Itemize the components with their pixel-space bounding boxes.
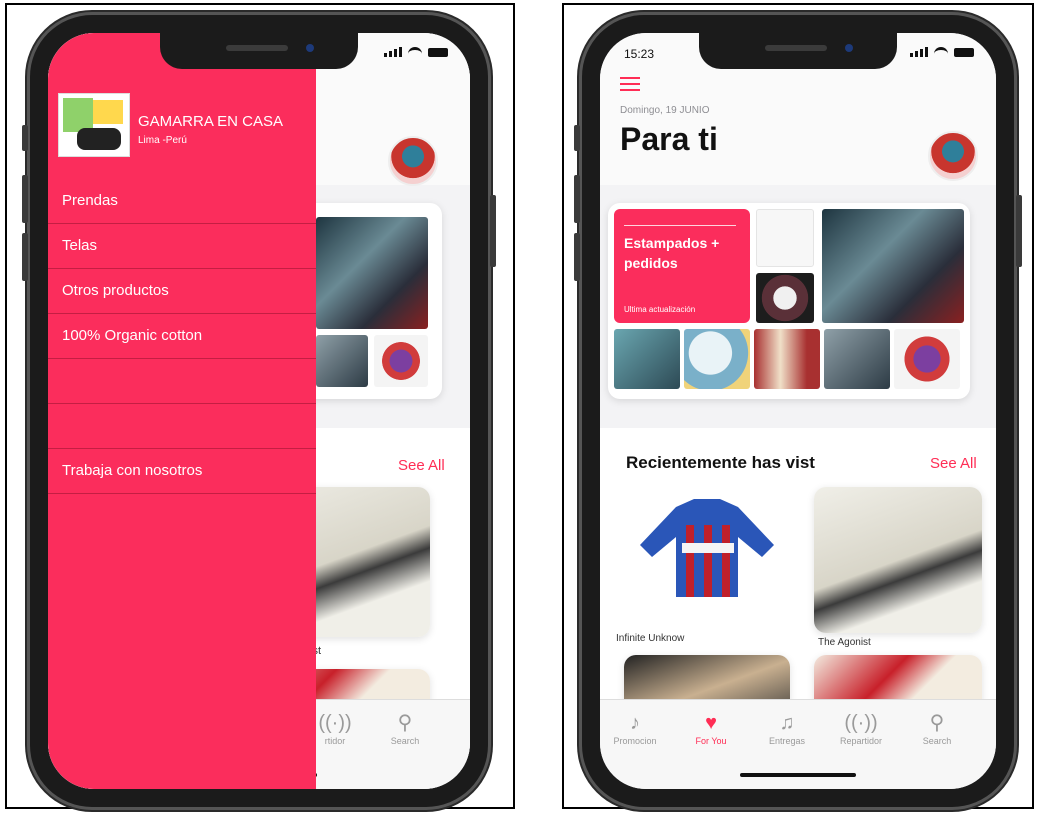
see-all-link[interactable]: See All bbox=[398, 457, 445, 474]
mute-switch bbox=[574, 125, 580, 151]
menu-item-organic-cotton[interactable]: 100% Organic cotton bbox=[48, 314, 316, 359]
tab-promocion[interactable]: ♪ Promocion bbox=[600, 710, 670, 746]
promo-subtitle: Ultima actualización bbox=[624, 305, 696, 314]
volume-up-button bbox=[574, 175, 580, 223]
left-phone-screen: See All ist ((·)) rtidor ⚲ Search GAMARR… bbox=[48, 33, 470, 789]
album-art[interactable] bbox=[824, 329, 890, 389]
avatar[interactable] bbox=[928, 131, 978, 181]
mute-switch bbox=[22, 125, 28, 151]
menu-icon[interactable] bbox=[620, 77, 640, 95]
search-icon: ⚲ bbox=[397, 712, 413, 734]
album-art[interactable] bbox=[756, 209, 814, 267]
music-notes-icon: ♫ bbox=[779, 712, 795, 734]
jersey-image bbox=[640, 499, 774, 597]
notch bbox=[699, 33, 897, 69]
status-icons bbox=[910, 47, 974, 57]
volume-down-button bbox=[22, 233, 28, 281]
album-art[interactable] bbox=[374, 335, 428, 387]
home-indicator bbox=[740, 773, 856, 777]
brand-logo bbox=[58, 93, 130, 157]
product-caption: Infinite Unknow bbox=[616, 633, 685, 644]
album-art[interactable] bbox=[316, 217, 428, 329]
avatar[interactable] bbox=[388, 136, 438, 186]
promo-card[interactable]: Estampados + pedidos Ultima actualizació… bbox=[614, 209, 750, 323]
tab-for-you[interactable]: ♥ For You bbox=[676, 710, 746, 746]
status-time: 15:23 bbox=[624, 47, 655, 61]
album-art[interactable] bbox=[894, 329, 960, 389]
menu-item-empty[interactable] bbox=[48, 359, 316, 404]
page-title: Para ti bbox=[620, 121, 718, 157]
see-all-link[interactable]: See All bbox=[930, 455, 977, 472]
brand-name: GAMARRA EN CASA bbox=[138, 113, 284, 130]
status-icons bbox=[384, 47, 448, 57]
album-art[interactable] bbox=[822, 209, 964, 323]
left-phone: See All ist ((·)) rtidor ⚲ Search GAMARR… bbox=[22, 15, 496, 807]
tab-search[interactable]: ⚲ Search bbox=[370, 710, 440, 746]
power-button bbox=[490, 195, 496, 267]
music-note-square-icon: ♪ bbox=[630, 712, 640, 734]
menu-item-otros-productos[interactable]: Otros productos bbox=[48, 269, 316, 314]
product-card[interactable] bbox=[624, 485, 790, 611]
promo-title: Estampados + pedidos bbox=[624, 235, 720, 271]
album-card[interactable] bbox=[814, 487, 982, 633]
page-date: Domingo, 19 JUNIO bbox=[620, 105, 710, 116]
power-button bbox=[1016, 195, 1022, 267]
battery-icon bbox=[428, 48, 448, 57]
volume-up-button bbox=[22, 175, 28, 223]
right-phone: 15:23 Domingo, 19 JUNIO Para ti Estampad… bbox=[574, 15, 1022, 807]
broadcast-icon: ((·)) bbox=[844, 712, 878, 734]
section-title: Recientemente has vist bbox=[626, 453, 815, 472]
tab-entregas[interactable]: ♫ Entregas bbox=[752, 710, 822, 746]
menu-item-telas[interactable]: Telas bbox=[48, 224, 316, 269]
album-art[interactable] bbox=[754, 329, 820, 389]
album-art[interactable] bbox=[316, 335, 368, 387]
album-caption: The Agonist bbox=[818, 637, 871, 648]
search-icon: ⚲ bbox=[929, 712, 945, 734]
menu-item-empty[interactable] bbox=[48, 404, 316, 449]
battery-icon bbox=[954, 48, 974, 57]
wifi-icon bbox=[934, 47, 948, 57]
heart-icon: ♥ bbox=[705, 712, 717, 734]
wifi-icon bbox=[408, 47, 422, 57]
notch bbox=[160, 33, 358, 69]
volume-down-button bbox=[574, 233, 580, 281]
right-phone-screen: 15:23 Domingo, 19 JUNIO Para ti Estampad… bbox=[600, 33, 996, 789]
brand-location: Lima -Perú bbox=[138, 135, 187, 146]
album-art[interactable] bbox=[614, 329, 680, 389]
tab-search[interactable]: ⚲ Search bbox=[902, 710, 972, 746]
signal-icon bbox=[910, 47, 928, 57]
tab-repartidor[interactable]: ((·)) Repartidor bbox=[826, 710, 896, 746]
album-art[interactable] bbox=[756, 273, 814, 323]
menu-item-prendas[interactable]: Prendas bbox=[48, 179, 316, 224]
signal-icon bbox=[384, 47, 402, 57]
menu-item-trabaja-con-nosotros[interactable]: Trabaja con nosotros bbox=[48, 449, 316, 494]
album-art[interactable] bbox=[684, 329, 750, 389]
side-drawer: GAMARRA EN CASA Lima -Perú Prendas Telas… bbox=[48, 33, 316, 789]
